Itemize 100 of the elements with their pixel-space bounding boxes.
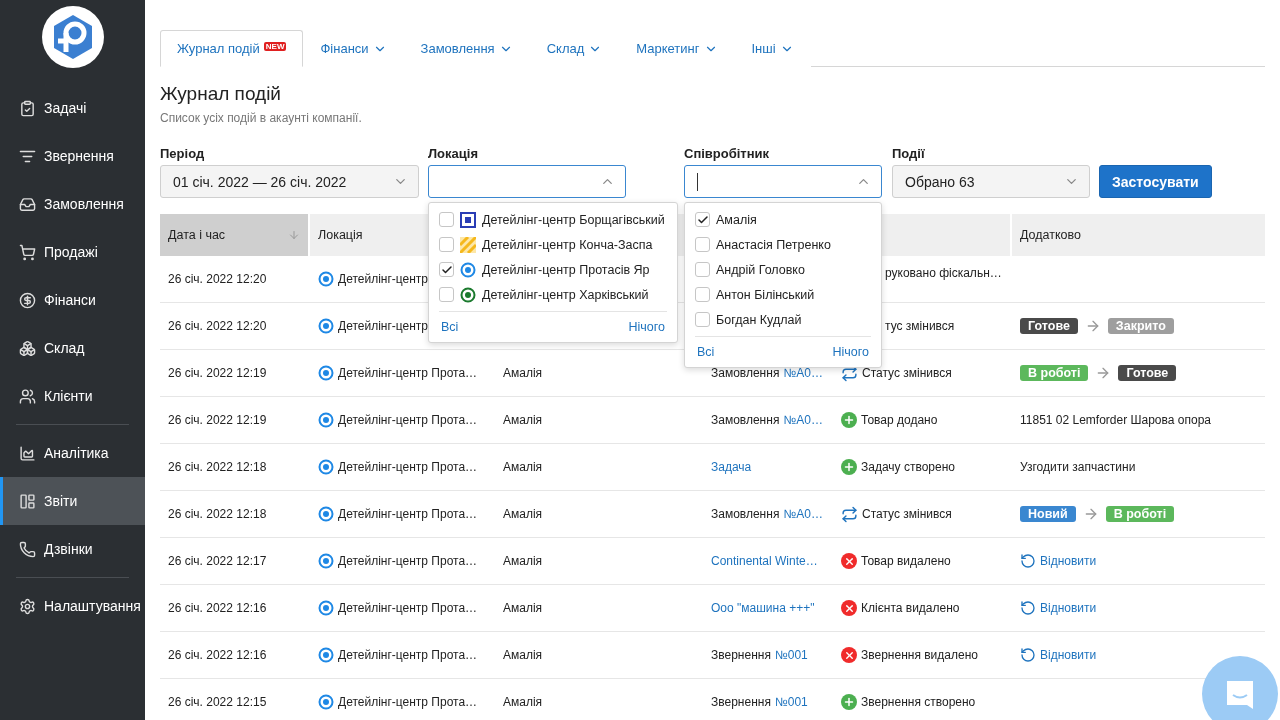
status-badge: Готове [1118, 365, 1177, 381]
dropdown-option[interactable]: Амалія [695, 207, 871, 232]
sidebar-item[interactable]: Задачі [0, 84, 145, 132]
undo-icon [1020, 553, 1036, 569]
object-link[interactable]: Continental Winte… [711, 554, 818, 568]
employee-text: Амалія [503, 554, 543, 568]
status-badge: Новий [1020, 506, 1076, 522]
dropdown-option[interactable]: Анастасія Петренко [695, 232, 871, 257]
object-link[interactable]: №А0… [783, 413, 823, 427]
select-all-link[interactable]: Всі [441, 320, 459, 334]
checkbox[interactable] [439, 212, 454, 227]
period-select[interactable]: 01 січ. 2022 — 26 січ. 2022 [160, 165, 419, 198]
location-text: Детейлінг-центр Прота… [338, 413, 478, 427]
chat-button[interactable] [1202, 656, 1278, 720]
location-select[interactable] [428, 165, 626, 198]
details-text: Узгодити запчастини [1020, 460, 1136, 474]
checkbox[interactable] [439, 237, 454, 252]
object-link[interactable]: Задача [711, 460, 752, 474]
field-label: Локація [428, 146, 479, 161]
checkbox[interactable] [695, 212, 710, 227]
location-text: Детейлінг-центр Прота… [338, 507, 478, 521]
sidebar-item[interactable]: Продажі [0, 228, 145, 276]
object-text: Звернення [711, 648, 771, 662]
plus-icon [841, 694, 857, 710]
dropdown-option[interactable]: Антон Білінський [695, 282, 871, 307]
restore-link[interactable]: Відновити [1040, 554, 1097, 568]
sort-arrow-icon [288, 229, 300, 241]
object-link[interactable]: №А0… [783, 507, 823, 521]
dropdown-option[interactable]: Богдан Кудлай [695, 307, 871, 332]
sidebar-item[interactable]: Фінанси [0, 276, 145, 324]
date-text: 26 січ. 2022 12:16 [168, 601, 267, 615]
apply-button[interactable]: Застосувати [1099, 165, 1212, 198]
boxes-icon [19, 339, 36, 357]
object-link[interactable]: №001 [774, 695, 808, 709]
checkbox[interactable] [439, 262, 454, 277]
sidebar-item[interactable]: Клієнти [0, 372, 145, 420]
events-select[interactable]: Обрано 63 [892, 165, 1090, 198]
date-text: 26 січ. 2022 12:16 [168, 648, 267, 662]
ring-marker-icon [318, 647, 334, 663]
location-text: Детейлінг-центр Прота… [338, 695, 478, 709]
tab[interactable]: Журнал подій NEW [160, 30, 304, 67]
repeat-icon [841, 505, 858, 523]
sidebar-item[interactable]: Склад [0, 324, 145, 372]
object-link[interactable]: №А0… [783, 366, 823, 380]
restore-link[interactable]: Відновити [1040, 601, 1097, 615]
inbox-icon [19, 195, 36, 213]
select-none-link[interactable]: Нічого [628, 320, 665, 334]
event-text: Звернення створено [861, 695, 976, 709]
dropdown-option[interactable]: Детейлінг-центр Харківський [439, 282, 667, 307]
status-badge: Готове [1020, 318, 1078, 334]
event-text: Задачу створено [861, 460, 955, 474]
sidebar-item[interactable]: Налаштування [0, 582, 145, 630]
column-header[interactable]: Дата і час [160, 214, 308, 256]
layout-icon [19, 492, 36, 510]
employee-search-field[interactable] [684, 165, 882, 198]
column-header[interactable]: Додатково [1012, 214, 1265, 256]
object-link[interactable]: Ооо "машина +++" [711, 601, 815, 615]
employee-text: Амалія [503, 413, 543, 427]
employee-text: Амалія [503, 601, 543, 615]
page-title: Журнал подій [160, 83, 282, 105]
event-text: Статус змінився [862, 366, 952, 380]
event-text: Статус змінився [862, 507, 952, 521]
users-icon [19, 387, 36, 405]
date-text: 26 січ. 2022 12:18 [168, 460, 267, 474]
restore-link[interactable]: Відновити [1040, 648, 1097, 662]
sidebar-item[interactable]: Звернення [0, 132, 145, 180]
location-text: Детейлінг-центр [338, 319, 429, 333]
event-text: тус змінився [885, 319, 955, 333]
checkbox[interactable] [439, 287, 454, 302]
sidebar-item[interactable]: Замовлення [0, 180, 145, 228]
object-link[interactable]: №001 [774, 648, 808, 662]
plus-icon [841, 459, 857, 475]
select-none-link[interactable]: Нічого [832, 345, 869, 359]
checkbox[interactable] [695, 287, 710, 302]
employee-text: Амалія [503, 366, 543, 380]
checkbox[interactable] [695, 262, 710, 277]
sidebar-item[interactable]: Звіти [0, 477, 145, 525]
date-text: 26 січ. 2022 12:20 [168, 319, 267, 333]
ring-marker-icon [318, 600, 334, 616]
status-badge: В роботі [1105, 506, 1175, 522]
logo-icon[interactable] [41, 6, 104, 68]
checkbox[interactable] [695, 237, 710, 252]
sidebar-item[interactable]: Аналітика [0, 429, 145, 477]
dropdown-option[interactable]: Детейлінг-центр Протасів Яр [439, 257, 667, 282]
undo-icon [1020, 600, 1036, 616]
dropdown-option[interactable]: Андрій Головко [695, 257, 871, 282]
location-text: Детейлінг-центр Прота… [338, 460, 478, 474]
new-badge: NEW [263, 42, 287, 51]
ring-marker-icon [318, 271, 334, 287]
ring-marker-icon [318, 412, 334, 428]
sidebar-item[interactable]: Дзвінки [0, 525, 145, 573]
status-badge: В роботі [1020, 365, 1089, 381]
location-text: Детейлінг-центр [338, 272, 429, 286]
event-text: Товар видалено [861, 554, 951, 568]
checkbox[interactable] [695, 312, 710, 327]
location-text: Детейлінг-центр Прота… [338, 648, 478, 662]
select-all-link[interactable]: Всі [697, 345, 715, 359]
employee-text: Амалія [503, 460, 543, 474]
ring-marker-icon [318, 694, 334, 710]
location-text: Детейлінг-центр Прота… [338, 554, 478, 568]
